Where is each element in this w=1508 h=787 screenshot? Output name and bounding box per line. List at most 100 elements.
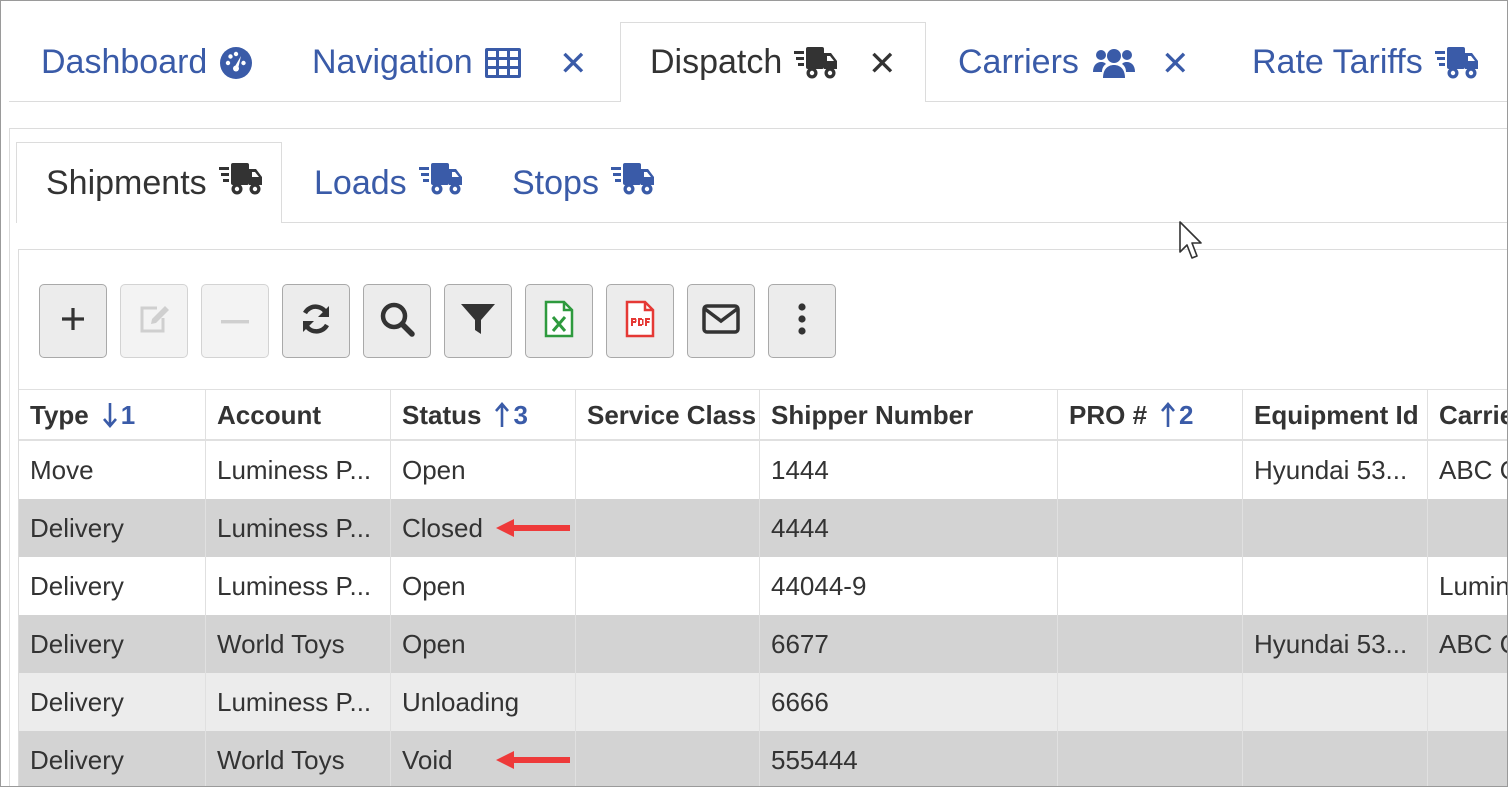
tab-label: Dispatch — [650, 43, 783, 81]
tab-stops[interactable]: Stops — [512, 143, 655, 223]
pdf-file-icon — [625, 300, 655, 343]
add-button[interactable] — [39, 284, 107, 358]
sort-indicator[interactable]: 2 — [1161, 400, 1194, 431]
refresh-button[interactable] — [282, 284, 350, 358]
table-cell: Hyundai 53... — [1243, 615, 1428, 673]
sub-tab-bar: Shipments Loads Stops — [10, 129, 1507, 224]
annotation-arrow-icon — [494, 518, 572, 543]
column-header-label: Shipper Number — [771, 399, 974, 430]
table-cell: Open — [391, 615, 576, 673]
table-cell: ABC C — [1428, 615, 1507, 673]
table-cell — [1058, 615, 1243, 673]
table-cell — [1428, 673, 1507, 731]
close-tab-dispatch-button[interactable]: ✕ — [868, 47, 897, 81]
mouse-cursor-icon — [1179, 221, 1203, 266]
table-cell: Luminess P... — [206, 673, 391, 731]
tab-rate-tariffs[interactable]: Rate Tariffs — [1252, 23, 1479, 102]
table-cell — [1243, 673, 1428, 731]
table-cell: Open — [391, 557, 576, 615]
table-cell: 44044-9 — [760, 557, 1058, 615]
truck-icon — [1434, 45, 1479, 81]
top-tab-bar: Dashboard Navigation ✕ Dispatch ✕ Carrie… — [1, 1, 1507, 102]
sort-order: 1 — [120, 399, 136, 430]
column-header-label: PRO # — [1069, 399, 1148, 430]
annotation-arrow-icon — [494, 750, 572, 775]
minus-icon — [221, 312, 249, 330]
table-cell — [1243, 731, 1428, 786]
table-cell: Delivery — [19, 673, 206, 731]
column-header[interactable]: Type 1 — [19, 390, 206, 440]
tab-loads[interactable]: Loads — [314, 143, 463, 223]
export-excel-button[interactable] — [525, 284, 593, 358]
table-cell — [1428, 499, 1507, 557]
shipments-grid: Type 1 Account Status 3 Service Class Shipper … — [18, 249, 1508, 786]
email-button[interactable] — [687, 284, 755, 358]
arrow-up-icon — [1161, 402, 1176, 427]
arrow-up-icon — [495, 402, 510, 427]
table-row[interactable]: Delivery World Toys Void 555444 — [19, 731, 1507, 786]
column-header[interactable]: Status 3 — [391, 390, 576, 440]
column-header[interactable]: Shipper Number — [760, 390, 1058, 440]
table-cell: 6677 — [760, 615, 1058, 673]
table-cell: 1444 — [760, 441, 1058, 499]
column-header-label: Carrie — [1439, 399, 1508, 430]
table-cell — [576, 557, 760, 615]
more-vertical-icon — [798, 302, 806, 340]
table-row[interactable]: Delivery World Toys Open 6677 Hyundai 53... A… — [19, 615, 1507, 673]
tab-navigation[interactable]: Navigation ✕ — [312, 23, 588, 102]
edit-button[interactable] — [120, 284, 188, 358]
tab-label: Shipments — [46, 163, 207, 202]
filter-button[interactable] — [444, 284, 512, 358]
tab-dashboard[interactable]: Dashboard — [41, 23, 253, 102]
arrow-down-icon — [102, 403, 117, 428]
remove-button[interactable] — [201, 284, 269, 358]
sort-indicator[interactable]: 1 — [102, 399, 136, 431]
app-window: Dashboard Navigation ✕ Dispatch ✕ Carrie… — [0, 0, 1508, 787]
column-header[interactable]: Account — [206, 390, 391, 440]
tab-label: Loads — [314, 163, 407, 202]
table-cell — [1058, 557, 1243, 615]
table-cell: Hyundai 53... — [1243, 441, 1428, 499]
tachometer-icon — [219, 46, 253, 80]
column-header[interactable]: Equipment Id — [1243, 390, 1428, 440]
sort-order: 3 — [513, 399, 528, 430]
sort-indicator[interactable]: 3 — [495, 399, 528, 431]
table-cell — [576, 673, 760, 731]
close-tab-navigation-button[interactable]: ✕ — [559, 47, 588, 81]
truck-icon — [418, 161, 463, 206]
table-cell: Delivery — [19, 499, 206, 557]
table-row[interactable]: Delivery Luminess P... Unloading 6666 — [19, 673, 1507, 731]
tab-carriers[interactable]: Carriers ✕ — [958, 23, 1190, 102]
table-cell: Open — [391, 441, 576, 499]
table-row[interactable]: Delivery Luminess P... Open 44044-9 Lumin — [19, 557, 1507, 615]
table-row[interactable]: Move Luminess P... Open 1444 Hyundai 53... AB… — [19, 441, 1507, 499]
edit-icon — [137, 303, 171, 340]
grid-icon — [484, 47, 521, 78]
table-cell: 4444 — [760, 499, 1058, 557]
truck-icon — [610, 161, 655, 206]
column-header[interactable]: PRO # 2 — [1058, 390, 1243, 440]
close-tab-carriers-button[interactable]: ✕ — [1161, 47, 1190, 81]
table-cell — [576, 731, 760, 786]
search-button[interactable] — [363, 284, 431, 358]
column-header-label: Status — [402, 399, 482, 430]
table-cell: 6666 — [760, 673, 1058, 731]
table-cell — [1243, 557, 1428, 615]
tab-label: Rate Tariffs — [1252, 43, 1423, 81]
table-cell: Luminess P... — [206, 441, 391, 499]
column-header-label: Account — [217, 399, 321, 430]
table-cell: Delivery — [19, 557, 206, 615]
column-header-label: Type — [30, 399, 89, 430]
export-pdf-button[interactable] — [606, 284, 674, 358]
table-cell — [1058, 731, 1243, 786]
column-header[interactable]: Carrie — [1428, 390, 1508, 440]
column-header[interactable]: Service Class — [576, 390, 760, 440]
tab-dispatch[interactable]: Dispatch ✕ — [620, 22, 926, 102]
table-cell: Unloading — [391, 673, 576, 731]
more-button[interactable] — [768, 284, 836, 358]
tab-shipments[interactable]: Shipments — [16, 142, 282, 223]
table-row[interactable]: Delivery Luminess P... Closed 4444 — [19, 499, 1507, 557]
table-cell — [1058, 673, 1243, 731]
excel-file-icon — [544, 300, 574, 343]
filter-icon — [460, 301, 496, 342]
